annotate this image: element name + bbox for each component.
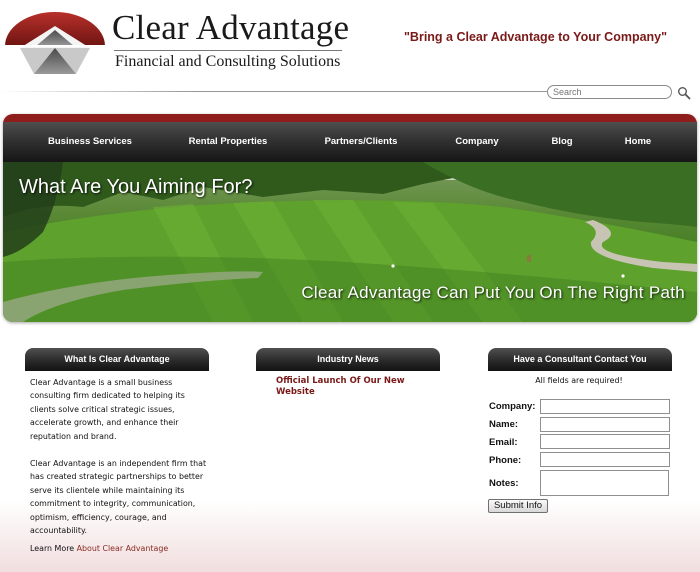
nav-item-partners-clients[interactable]: Partners/Clients [299,122,423,162]
logo-emblem-icon [5,12,105,74]
learn-more-line: Learn More About Clear Advantage [30,544,168,553]
notes-field[interactable] [540,470,669,496]
magnifier-icon [678,87,691,100]
tagline: "Bring a Clear Advantage to Your Company… [404,30,668,44]
brand-name: Clear Advantage [112,8,350,47]
company-label: Company: [489,401,536,412]
company-logo[interactable] [2,8,108,76]
hero-banner: What Are You Aiming For? Clear Advantage… [3,162,697,322]
brand-subtitle: Financial and Consulting Solutions [115,53,341,70]
submit-button[interactable]: Submit Info [488,499,548,513]
brand-divider [114,50,342,51]
search-input[interactable] [547,85,672,99]
about-paragraph: Clear Advantage is a small business cons… [30,378,185,441]
email-label: Email: [489,437,518,448]
phone-label: Phone: [489,455,522,466]
hero-headline: What Are You Aiming For? [19,176,253,198]
about-paragraph: Clear Advantage is an independent firm t… [30,459,207,536]
about-link[interactable]: About Clear Advantage [77,544,169,553]
news-item-link[interactable]: Official Launch Of Our New Website [276,376,426,397]
name-label: Name: [489,419,519,430]
about-heading: What Is Clear Advantage [25,348,209,371]
notes-label: Notes: [489,478,519,489]
nav-item-company[interactable]: Company [433,122,521,162]
required-note: All fields are required! [535,376,623,385]
header-divider [0,91,548,92]
nav-item-rental-properties[interactable]: Rental Properties [167,122,289,162]
name-field[interactable] [540,417,670,432]
phone-field[interactable] [540,452,670,467]
nav-item-business-services[interactable]: Business Services [23,122,157,162]
banner-frame: Business Services Rental Properties Part… [3,114,697,322]
news-heading: Industry News [256,348,440,371]
learn-more-label: Learn More [30,544,77,553]
contact-heading: Have a Consultant Contact You [488,348,672,371]
company-field[interactable] [540,399,670,414]
hero-subheadline: Clear Advantage Can Put You On The Right… [301,283,685,302]
search-button[interactable] [677,85,691,100]
nav-item-home[interactable]: Home [603,122,673,162]
main-nav: Business Services Rental Properties Part… [3,122,697,162]
email-field[interactable] [540,434,670,449]
nav-item-blog[interactable]: Blog [531,122,593,162]
